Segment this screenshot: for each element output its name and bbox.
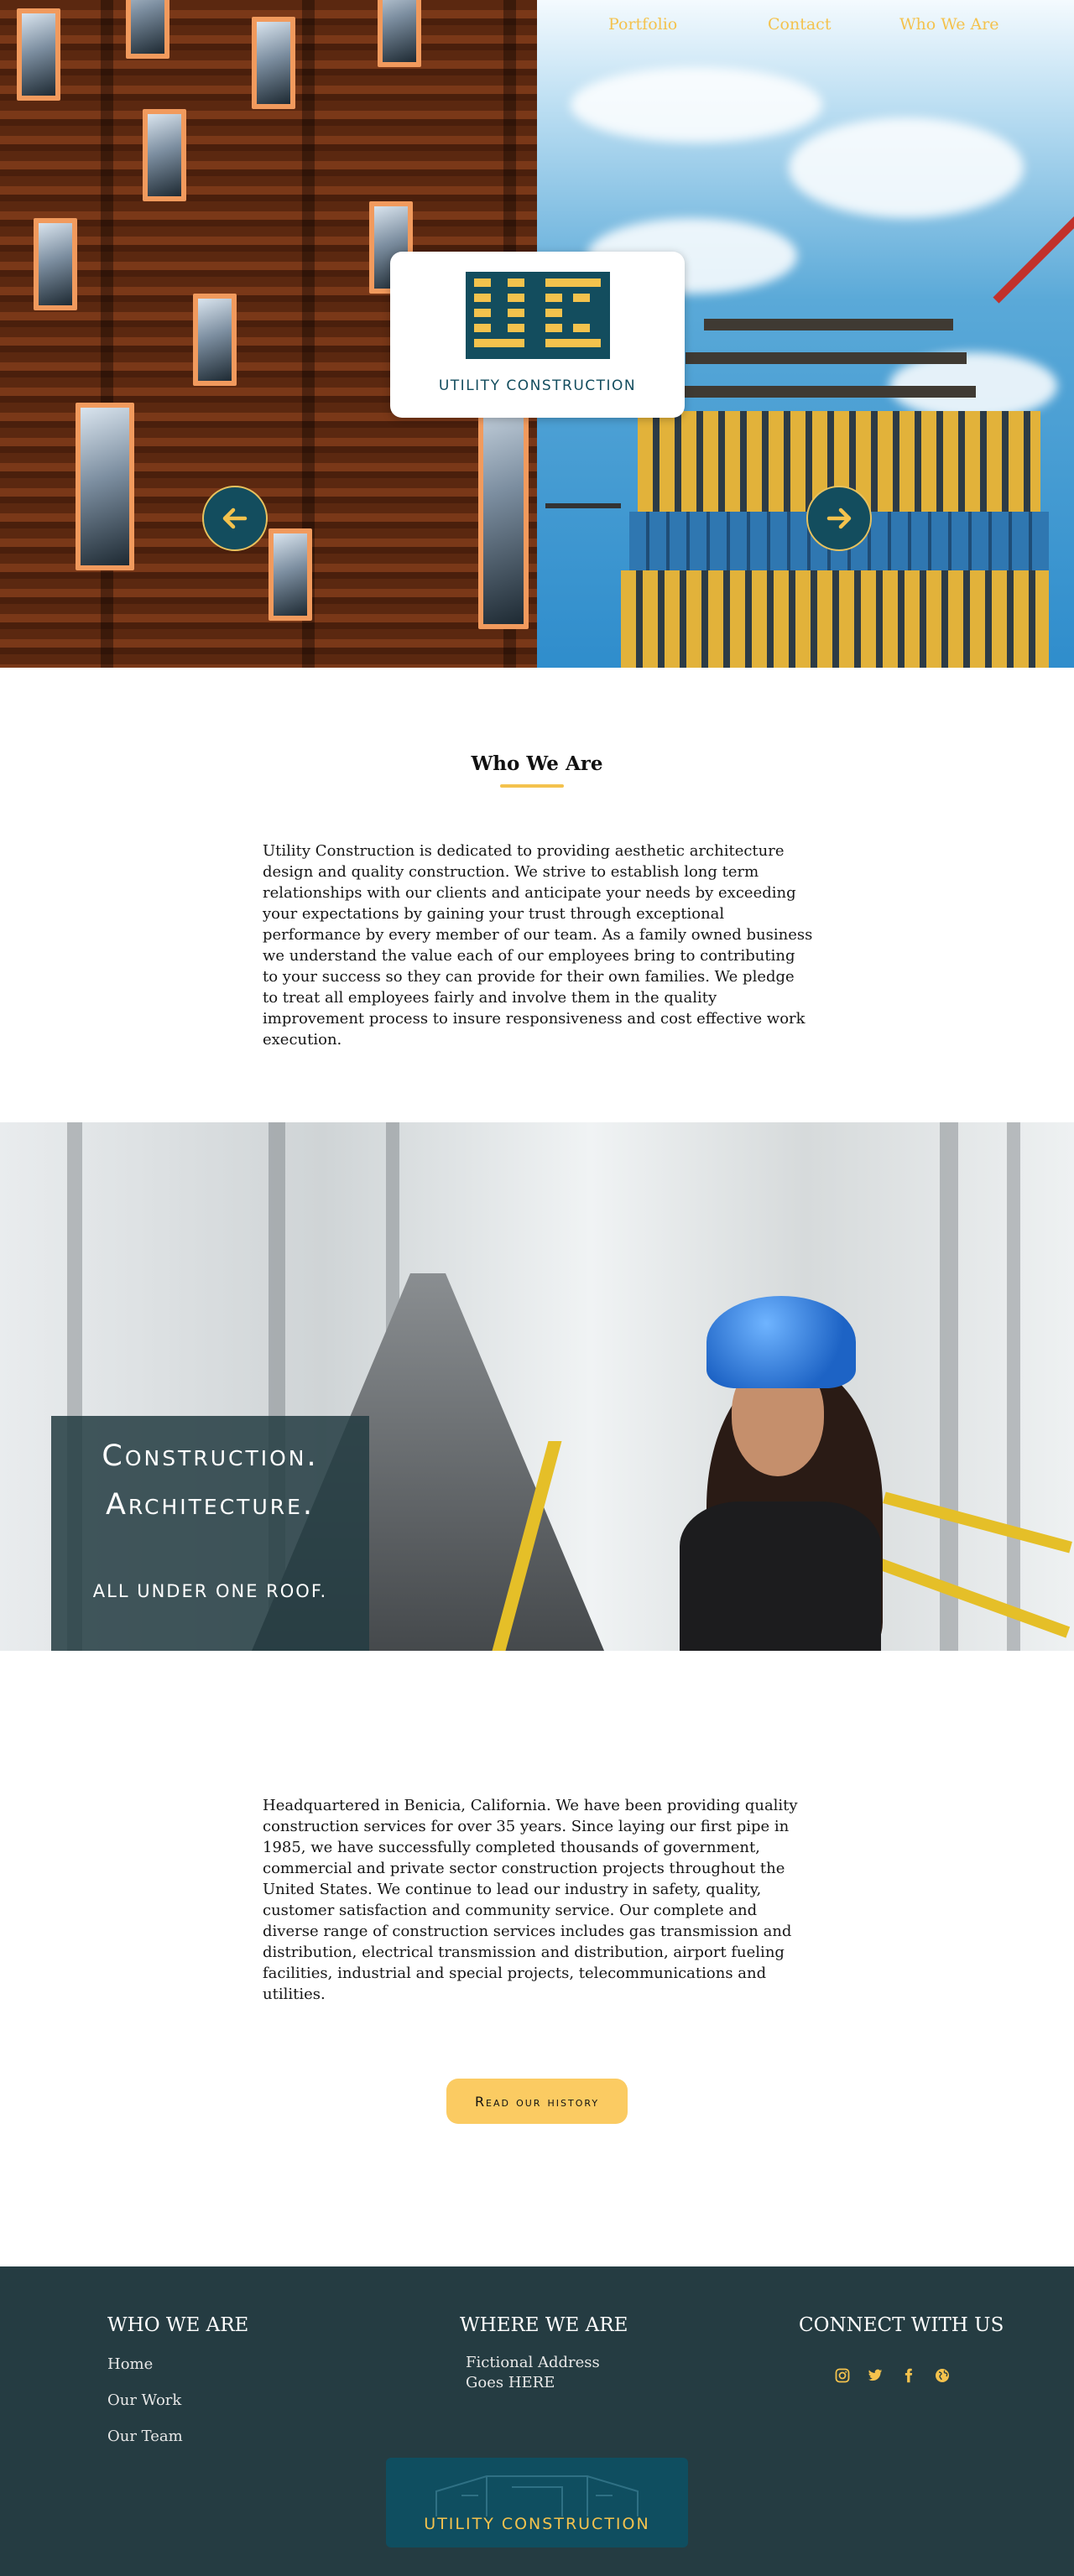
yellow-railing — [876, 1558, 1071, 1638]
read-history-button[interactable]: Read our history — [446, 2079, 628, 2124]
facebook-icon — [905, 2368, 913, 2383]
footer-heading-connect: CONNECT WITH US — [799, 2314, 1004, 2336]
yellow-railing — [883, 1491, 1072, 1553]
scaffold-beam — [1007, 1122, 1020, 1651]
footer-logo: UTILITY CONSTRUCTION — [386, 2458, 688, 2547]
cloud — [789, 117, 1024, 218]
floor-slab — [658, 386, 976, 398]
slider-next-button[interactable] — [806, 486, 872, 551]
footer-address-line1: Fictional Address — [466, 2354, 600, 2371]
scaffold-beam — [940, 1122, 958, 1651]
logo-block — [545, 294, 562, 302]
top-nav: Portfolio Contact Who We Are — [0, 15, 1074, 45]
banner-line-construction: Construction. — [102, 1439, 319, 1473]
floor-slab — [703, 319, 953, 330]
yellow-facade — [621, 570, 1049, 668]
logo-block — [508, 324, 524, 332]
logo-block — [545, 278, 601, 287]
instagram-icon — [835, 2368, 850, 2383]
building-window — [268, 528, 312, 621]
building-window — [76, 403, 134, 570]
logo-block — [474, 324, 491, 332]
nav-link-contact[interactable]: Contact — [768, 15, 831, 34]
twitter-link[interactable] — [864, 2365, 886, 2386]
banner-tagline: ALL UNDER ONE ROOF. — [92, 1581, 328, 1601]
logo-mark — [466, 272, 610, 359]
footer-address-line2: Goes HERE — [466, 2374, 555, 2391]
twitter-icon — [868, 2369, 883, 2381]
who-we-are-paragraph: Utility Construction is dedicated to pro… — [263, 842, 813, 1049]
worker-jacket — [680, 1501, 881, 1651]
section-title-who-we-are: Who We Are — [471, 752, 603, 775]
building-window — [34, 218, 77, 310]
history-paragraph: Headquartered in Benicia, California. We… — [263, 1797, 798, 2003]
footer-heading-who-we-are: WHO WE ARE — [107, 2314, 249, 2336]
footer-link-home[interactable]: Home — [107, 2355, 153, 2373]
banner-line-architecture: Architecture. — [105, 1488, 315, 1522]
footer-logo-text: UTILITY CONSTRUCTION — [424, 2515, 650, 2533]
logo-block — [508, 309, 524, 317]
instagram-link[interactable] — [832, 2365, 853, 2386]
logo-block — [474, 294, 491, 302]
logo-block — [573, 294, 590, 302]
building-window — [143, 109, 186, 201]
building-outline-icon — [435, 2475, 639, 2516]
logo-block — [474, 278, 491, 287]
facebook-link[interactable] — [898, 2365, 920, 2386]
logo-card: UTILITY CONSTRUCTION — [390, 252, 685, 418]
cloud — [571, 67, 822, 143]
footer-heading-where-we-are: WHERE WE ARE — [460, 2314, 628, 2336]
floor-slab — [686, 352, 967, 364]
logo-block — [508, 278, 524, 287]
hero-slider: Portfolio Contact Who We Are UTILITY CON… — [0, 0, 1074, 668]
arrow-left-icon — [222, 507, 248, 529]
logo-block — [508, 294, 524, 302]
logo-block — [545, 309, 562, 317]
building-window — [193, 294, 237, 386]
slider-prev-button[interactable] — [202, 486, 268, 551]
hard-hat — [706, 1296, 856, 1388]
logo-block — [474, 339, 524, 347]
banner-text-box: Construction. Architecture. ALL UNDER ON… — [51, 1416, 369, 1651]
logo-block — [474, 309, 491, 317]
footer-link-our-team[interactable]: Our Team — [107, 2428, 183, 2445]
crane — [545, 503, 621, 508]
footer-link-our-work[interactable]: Our Work — [107, 2391, 181, 2409]
nav-link-portfolio[interactable]: Portfolio — [608, 15, 677, 34]
nav-link-who-we-are[interactable]: Who We Are — [899, 15, 999, 34]
logo-block — [573, 324, 590, 332]
logo-block — [545, 324, 562, 332]
arrow-right-icon — [826, 507, 852, 529]
logo-block — [545, 339, 601, 347]
globe-link[interactable] — [931, 2365, 953, 2386]
globe-icon — [936, 2369, 949, 2382]
logo-text: UTILITY CONSTRUCTION — [438, 377, 637, 394]
title-underline — [500, 784, 564, 788]
